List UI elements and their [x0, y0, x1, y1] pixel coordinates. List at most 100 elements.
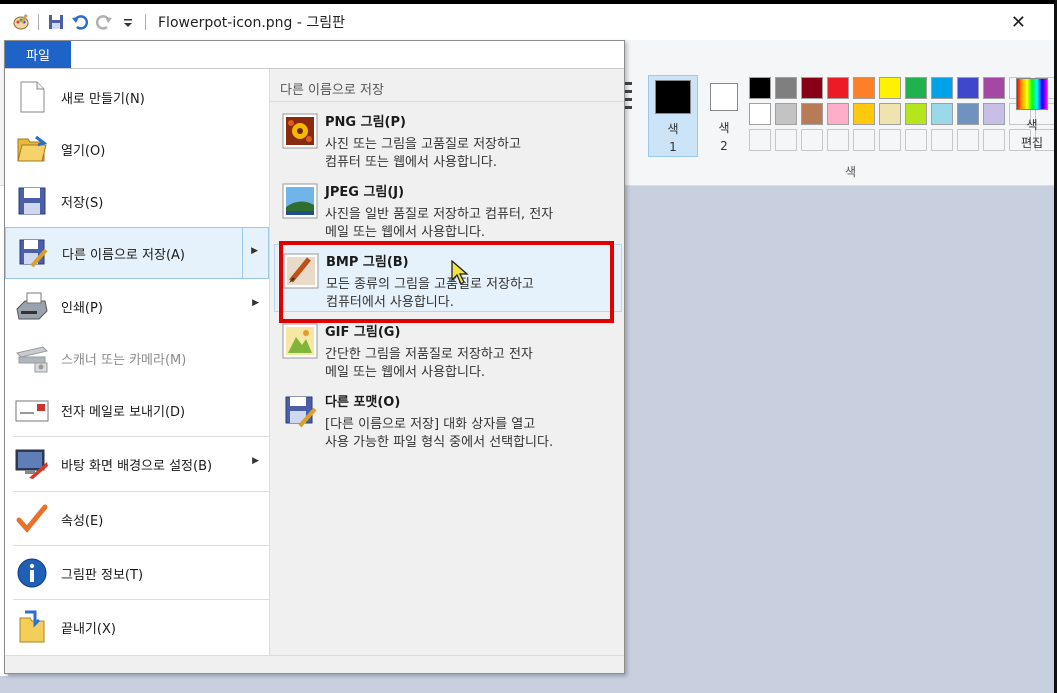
new-doc-icon: [15, 80, 49, 114]
menu-item-save-as[interactable]: 다른 이름으로 저장(A) ▶: [5, 227, 269, 279]
submenu-item-title: GIF 그림(G): [325, 325, 401, 340]
palette-swatch-custom[interactable]: [905, 129, 927, 151]
undo-icon[interactable]: [71, 13, 89, 31]
toolbar-separator: [145, 14, 146, 30]
palette-swatch[interactable]: [749, 103, 771, 125]
title-bar: Flowerpot-icon.png - 그림판 ✕: [0, 4, 1054, 40]
menu-item-exit[interactable]: 끝내기(X): [5, 601, 269, 653]
menu-item-email[interactable]: 전자 메일로 보내기(D): [5, 384, 269, 436]
colors-group-label: 색: [845, 165, 857, 179]
customize-toolbar-icon[interactable]: [119, 13, 137, 31]
menu-item-print[interactable]: 인쇄(P) ▶: [5, 280, 269, 332]
color-1-button[interactable]: 색 1: [648, 75, 698, 157]
png-image-icon: [282, 113, 318, 149]
edit-colors-label-1: 색: [1026, 118, 1038, 132]
save-as-png[interactable]: PNG 그림(P) 사진 또는 그림을 고품질로 저장하고 컴퓨터 또는 웹에서…: [274, 105, 622, 173]
color-2-button[interactable]: 색 2: [704, 75, 744, 157]
other-format-icon: [282, 393, 318, 429]
menu-item-label: 인쇄(P): [61, 300, 103, 316]
color-1-number: 1: [669, 140, 677, 154]
menu-item-label: 속성(E): [61, 513, 104, 529]
menu-item-new[interactable]: 새로 만들기(N): [5, 71, 269, 123]
palette-swatch[interactable]: [827, 77, 849, 99]
save-icon[interactable]: [47, 13, 65, 31]
menu-item-label: 전자 메일로 보내기(D): [61, 404, 186, 420]
palette-swatch[interactable]: [775, 77, 797, 99]
palette-swatch[interactable]: [827, 103, 849, 125]
palette-swatch[interactable]: [749, 77, 771, 99]
submenu-item-description-2: 메일 또는 웹에서 사용합니다.: [325, 365, 486, 380]
palette-swatch[interactable]: [879, 103, 901, 125]
submenu-arrow-icon: ▶: [252, 456, 259, 466]
checkmark-icon: [15, 502, 49, 536]
submenu-item-description-1: [다른 이름으로 저장] 대화 상자를 열고: [325, 417, 536, 432]
palette-swatch[interactable]: [853, 103, 875, 125]
menu-bottom-strip: [5, 655, 624, 673]
palette-swatch-custom[interactable]: [931, 129, 953, 151]
menu-item-save[interactable]: 저장(S): [5, 175, 269, 227]
menu-item-about[interactable]: 그림판 정보(T): [5, 547, 269, 599]
save-as-other-format[interactable]: 다른 포맷(O) [다른 이름으로 저장] 대화 상자를 열고 사용 가능한 파…: [274, 385, 622, 453]
palette-swatch[interactable]: [905, 103, 927, 125]
palette-swatch-custom[interactable]: [801, 129, 823, 151]
redo-icon[interactable]: [95, 13, 113, 31]
palette-swatch-custom[interactable]: [827, 129, 849, 151]
palette-swatch-custom[interactable]: [749, 129, 771, 151]
edit-colors-label-2: 편집: [1020, 136, 1044, 150]
palette-swatch-custom[interactable]: [853, 129, 875, 151]
menu-item-open[interactable]: 열기(O): [5, 123, 269, 175]
menu-divider: [13, 491, 269, 492]
submenu-item-description-2: 사용 가능한 파일 형식 중에서 선택합니다.: [325, 435, 554, 450]
submenu-item-description-1: 사진을 일반 품질로 저장하고 컴퓨터, 전자: [325, 207, 554, 222]
menu-item-label: 새로 만들기(N): [61, 91, 145, 107]
highlight-box: [279, 241, 614, 323]
submenu-item-title: 다른 포맷(O): [325, 395, 401, 410]
color-1-swatch: [655, 80, 691, 114]
color-1-label: 색: [667, 122, 679, 136]
save-as-gif[interactable]: GIF 그림(G) 간단한 그림을 저품질로 저장하고 전자 메일 또는 웹에서…: [274, 315, 622, 383]
edit-colors-button[interactable]: 색 편집: [1012, 78, 1052, 152]
palette-swatch[interactable]: [801, 103, 823, 125]
palette-swatch-custom[interactable]: [983, 129, 1005, 151]
menu-item-label: 열기(O): [61, 143, 106, 159]
save-as-jpeg[interactable]: JPEG 그림(J) 사진을 일반 품질로 저장하고 컴퓨터, 전자 메일 또는…: [274, 175, 622, 243]
desktop-background-icon: [15, 447, 49, 481]
menu-item-properties[interactable]: 속성(E): [5, 493, 269, 545]
palette-swatch[interactable]: [983, 103, 1005, 125]
menu-item-scanner[interactable]: 스캐너 또는 카메라(M): [5, 332, 269, 384]
mouse-cursor-icon: [451, 259, 469, 290]
palette-swatch[interactable]: [983, 77, 1005, 99]
file-tab[interactable]: 파일: [5, 41, 71, 68]
palette-swatch-custom[interactable]: [957, 129, 979, 151]
color-2-label: 색: [718, 121, 730, 135]
jpeg-image-icon: [282, 183, 318, 219]
submenu-item-description-1: 사진 또는 그림을 고품질로 저장하고: [325, 137, 521, 152]
palette-swatch[interactable]: [801, 77, 823, 99]
menu-divider: [13, 599, 269, 600]
menu-item-label: 바탕 화면 배경으로 설정(B): [61, 458, 213, 474]
palette-swatch[interactable]: [905, 77, 927, 99]
submenu-header-divider: [270, 101, 624, 102]
submenu-item-title: JPEG 그림(J): [325, 185, 405, 200]
palette-swatch[interactable]: [853, 77, 875, 99]
exit-icon: [15, 610, 49, 644]
palette-swatch-custom[interactable]: [775, 129, 797, 151]
menu-item-label: 끝내기(X): [61, 621, 116, 637]
paint-app-icon[interactable]: [12, 13, 30, 31]
palette-swatch[interactable]: [931, 103, 953, 125]
scanner-icon: [15, 341, 49, 375]
menu-item-set-desktop-background[interactable]: 바탕 화면 배경으로 설정(B) ▶: [5, 438, 269, 490]
close-icon[interactable]: ✕: [1011, 12, 1026, 33]
menu-item-label: 스캐너 또는 카메라(M): [61, 352, 187, 368]
color-2-swatch: [710, 83, 738, 111]
palette-swatch[interactable]: [775, 103, 797, 125]
palette-swatch[interactable]: [957, 103, 979, 125]
window-title: Flowerpot-icon.png - 그림판: [158, 15, 346, 31]
menu-divider: [13, 436, 269, 437]
palette-swatch[interactable]: [879, 77, 901, 99]
file-menu-commands: 새로 만들기(N) 열기(O) 저장(S) 다른 이름으로 저장(A) ▶ 인쇄…: [5, 69, 269, 655]
palette-swatch[interactable]: [957, 77, 979, 99]
palette-swatch[interactable]: [931, 77, 953, 99]
palette-swatch-custom[interactable]: [879, 129, 901, 151]
submenu-item-description-1: 간단한 그림을 저품질로 저장하고 전자: [325, 347, 533, 362]
